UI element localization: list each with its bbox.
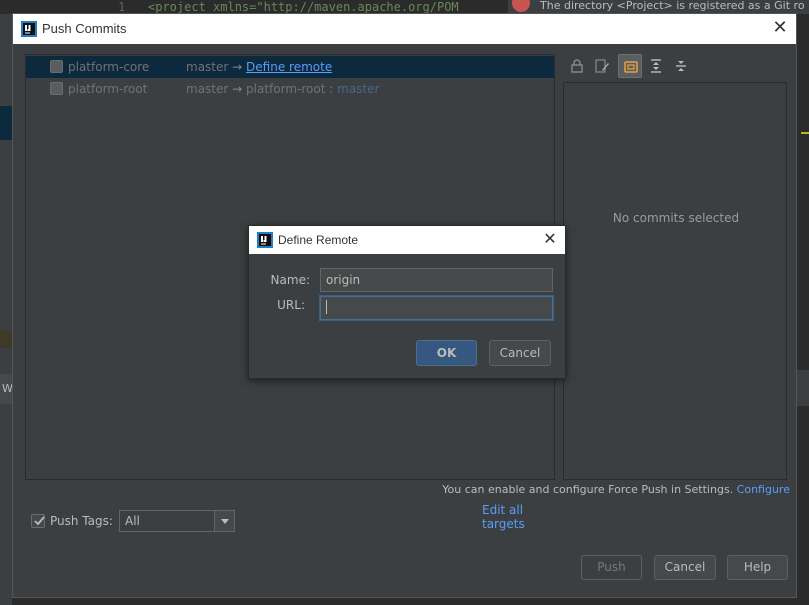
- vcs-notification[interactable]: The directory <Project> is registered as…: [508, 0, 809, 14]
- notification-text: The directory <Project> is registered as…: [540, 0, 805, 12]
- cancel-button[interactable]: Cancel: [489, 340, 551, 366]
- edit-source-button[interactable]: [590, 54, 614, 78]
- push-arrow: →: [232, 82, 243, 96]
- editor-code: <project xmlns="http://maven.apache.org/…: [148, 0, 459, 14]
- define-remote-dialog: Define Remote ✕ Name: URL: OK Cancel: [248, 225, 566, 379]
- configure-link[interactable]: Configure: [737, 483, 790, 496]
- checkmark-icon: [34, 516, 45, 526]
- ide-right-strip: [797, 40, 809, 605]
- cancel-button[interactable]: Cancel: [654, 555, 716, 580]
- scroll-marker: [801, 132, 809, 134]
- push-button[interactable]: Push: [581, 555, 642, 580]
- local-branch: master: [186, 82, 229, 96]
- right-tool-band: [797, 370, 809, 406]
- name-label: Name:: [270, 273, 310, 287]
- remote-url-input[interactable]: [320, 296, 553, 320]
- define-remote-link[interactable]: Define remote: [246, 60, 332, 74]
- push-arrow: →: [232, 60, 243, 74]
- tool-window-tab[interactable]: W: [0, 374, 13, 404]
- text-caret: [326, 300, 327, 314]
- repo-name: platform-core: [68, 60, 150, 74]
- chevron-down-icon[interactable]: [214, 511, 234, 531]
- collapse-all-button[interactable]: [669, 54, 693, 78]
- repo-row-platform-core[interactable]: platform-core master → Define remote: [26, 56, 554, 78]
- push-tags-select[interactable]: All: [119, 510, 235, 532]
- repo-name: platform-root: [68, 82, 148, 96]
- editor-marker: [0, 330, 12, 348]
- close-icon[interactable]: ✕: [541, 230, 559, 248]
- project-tree-selection: [0, 106, 12, 140]
- remote-branch[interactable]: master: [337, 82, 379, 96]
- changes-icon: [624, 61, 638, 73]
- push-tags-value: All: [125, 514, 140, 528]
- lock-button[interactable]: [565, 54, 589, 78]
- repo-branch-info: master → Define remote: [186, 56, 332, 78]
- dialog-title: Push Commits: [42, 21, 127, 36]
- repo-checkbox[interactable]: [50, 82, 63, 95]
- commit-details-panel: No commits selected: [563, 82, 787, 480]
- intellij-logo-icon: [21, 21, 37, 37]
- repo-row-platform-root[interactable]: platform-root master → platform-root : m…: [26, 78, 554, 100]
- no-commits-label: No commits selected: [612, 211, 740, 225]
- remote-name-input[interactable]: [320, 268, 553, 292]
- commit-details-toolbar: [561, 54, 787, 80]
- define-remote-title: Define Remote: [278, 233, 359, 247]
- force-push-hint-text: You can enable and configure Force Push …: [442, 483, 734, 496]
- define-remote-titlebar[interactable]: Define Remote ✕: [249, 226, 565, 254]
- collapse-all-icon: [676, 61, 686, 71]
- repo-checkbox[interactable]: [50, 60, 63, 73]
- expand-all-icon: [651, 59, 661, 73]
- force-push-hint: You can enable and configure Force Push …: [442, 483, 790, 496]
- dialog-titlebar[interactable]: Push Commits ✕: [13, 14, 796, 44]
- close-icon[interactable]: ✕: [770, 19, 790, 39]
- url-label: URL:: [277, 298, 305, 312]
- remote-name: platform-root: [246, 82, 326, 96]
- repo-branch-info: master → platform-root : master: [186, 78, 379, 100]
- show-changes-button[interactable]: [618, 54, 642, 78]
- expand-all-button[interactable]: [644, 54, 668, 78]
- remote-separator: :: [329, 82, 334, 96]
- ide-left-strip: W: [0, 14, 13, 605]
- error-icon: [512, 0, 530, 12]
- help-button[interactable]: Help: [727, 555, 788, 580]
- push-tags-label: Push Tags:: [50, 514, 113, 528]
- intellij-logo-icon: [257, 232, 273, 248]
- edit-all-targets-link[interactable]: Edit all targets: [482, 503, 554, 531]
- editor-strip: 1 <project xmlns="http://maven.apache.org…: [108, 0, 508, 14]
- editor-line-number: 1: [118, 0, 126, 14]
- push-tags-checkbox[interactable]: [31, 514, 45, 528]
- ok-button[interactable]: OK: [416, 340, 477, 366]
- lock-icon: [571, 59, 583, 73]
- edit-icon: [595, 59, 609, 73]
- local-branch: master: [186, 60, 229, 74]
